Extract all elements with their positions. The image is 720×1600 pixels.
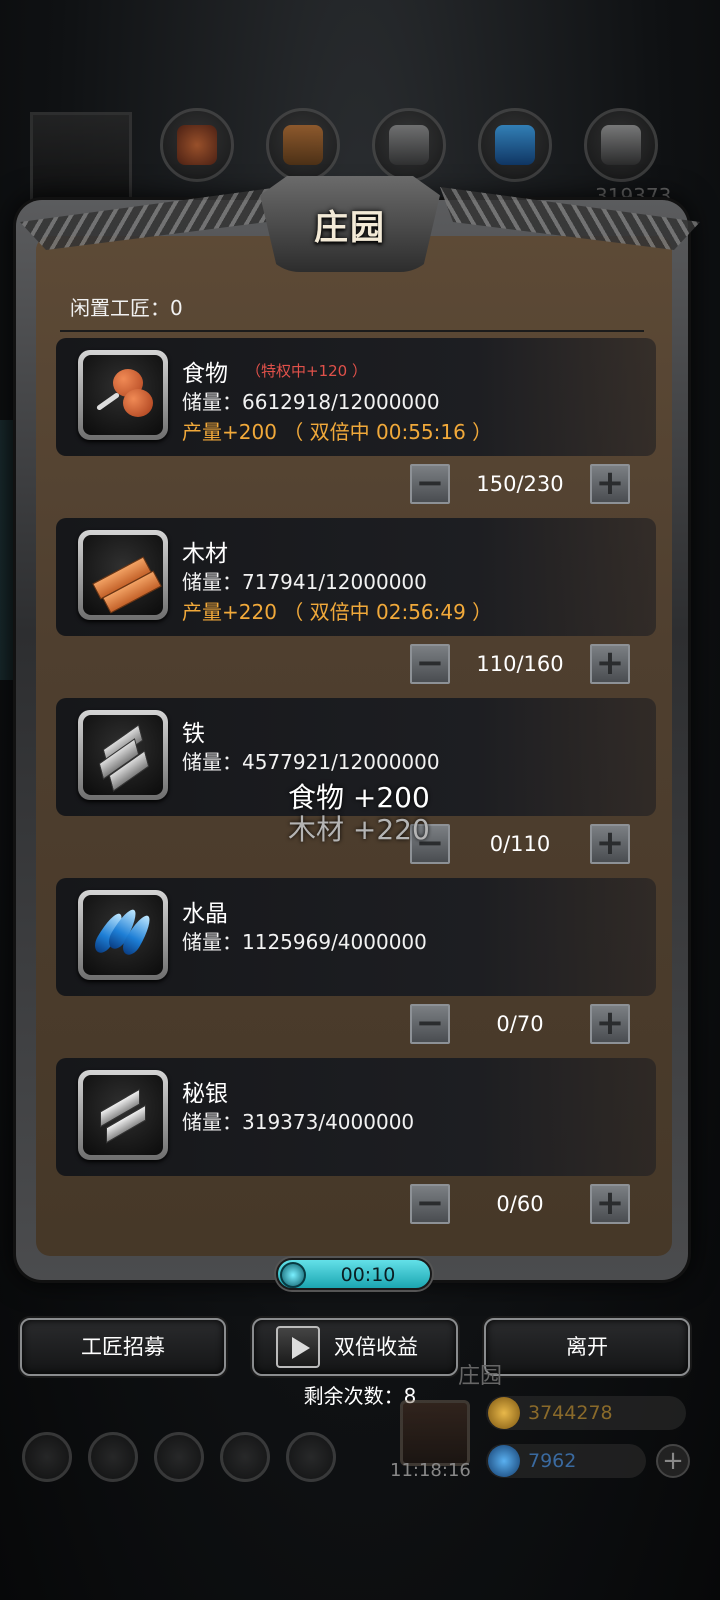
- increase-workers-button[interactable]: +: [590, 1184, 630, 1224]
- gold-coin-icon: [488, 1397, 520, 1429]
- gift-box-icon[interactable]: [400, 1400, 470, 1466]
- resource-name: 木材: [182, 541, 228, 567]
- decrease-workers-button[interactable]: −: [410, 1184, 450, 1224]
- decrease-workers-button[interactable]: −: [410, 464, 450, 504]
- worker-count: 110/160: [476, 652, 564, 676]
- divider: [60, 330, 644, 332]
- hud-menu-icon-1[interactable]: [22, 1432, 72, 1482]
- hud-manor-label: 庄园: [458, 1364, 503, 1389]
- resource-storage: 储量：717941/12000000: [182, 570, 427, 594]
- hud-menu-icon-5[interactable]: [286, 1432, 336, 1482]
- leave-button[interactable]: 离开: [484, 1318, 690, 1376]
- gem-value: 7962: [528, 1450, 577, 1472]
- hud-menu-icon-2[interactable]: [88, 1432, 138, 1482]
- food-icon: [78, 350, 168, 440]
- resource-storage: 储量：4577921/12000000: [182, 750, 440, 774]
- play-video-icon: [276, 1326, 320, 1368]
- hero-portrait: [30, 112, 132, 204]
- floating-gain-wood: 木材 +220: [288, 813, 430, 846]
- increase-workers-button[interactable]: +: [590, 1004, 630, 1044]
- resource-name: 食物: [182, 361, 228, 387]
- gem-icon: [488, 1445, 520, 1477]
- resource-storage: 储量：6612918/12000000: [182, 390, 440, 414]
- decrease-workers-button[interactable]: −: [410, 1004, 450, 1044]
- privilege-tag: （特权中+120 ）: [246, 362, 367, 380]
- iron-icon: [78, 710, 168, 800]
- gold-counter: 3744278: [486, 1396, 686, 1430]
- double-label: 双倍收益: [334, 1335, 418, 1359]
- hud-mail-icon[interactable]: [220, 1432, 270, 1482]
- wood-icon: [78, 530, 168, 620]
- worker-count: 0/70: [496, 1012, 544, 1036]
- worker-controls: − 110/160 +: [56, 644, 656, 686]
- worker-count: 0/60: [496, 1192, 544, 1216]
- iron-top-icon: [372, 108, 446, 182]
- double-income-button[interactable]: 双倍收益: [252, 1318, 458, 1376]
- mithril-top-icon: [584, 108, 658, 182]
- worker-count: 0/110: [489, 832, 551, 856]
- increase-workers-button[interactable]: +: [590, 644, 630, 684]
- resource-production: 产量+200 （ 双倍中 00:55:16 ）: [182, 420, 493, 444]
- gem-counter: 7962: [486, 1444, 646, 1478]
- timer-text: 00:10: [340, 1264, 396, 1286]
- resource-name: 铁: [182, 721, 205, 747]
- hud-menu-icon-3[interactable]: [154, 1432, 204, 1482]
- clock-icon: [280, 1262, 306, 1288]
- add-gems-button[interactable]: +: [656, 1444, 690, 1478]
- recruit-workers-button[interactable]: 工匠招募: [20, 1318, 226, 1376]
- gold-value: 3744278: [528, 1402, 613, 1424]
- worker-controls: − 150/230 +: [56, 464, 656, 506]
- resource-storage: 储量：1125969/4000000: [182, 930, 427, 954]
- idle-workers-label: 闲置工匠：0: [70, 296, 183, 320]
- recruit-label: 工匠招募: [81, 1335, 165, 1359]
- worker-controls: − 0/70 +: [56, 1004, 656, 1046]
- resource-name: 水晶: [182, 901, 228, 927]
- increase-workers-button[interactable]: +: [590, 824, 630, 864]
- increase-workers-button[interactable]: +: [590, 464, 630, 504]
- countdown-timer: 00:10: [276, 1258, 432, 1290]
- panel-title: 庄园: [314, 208, 386, 248]
- crystal-icon: [78, 890, 168, 980]
- resource-storage: 储量：319373/4000000: [182, 1110, 415, 1134]
- leave-label: 离开: [566, 1335, 608, 1359]
- hud-clock: 11:18:16: [390, 1460, 471, 1481]
- wood-top-icon: [266, 108, 340, 182]
- worker-controls: − 0/60 +: [56, 1184, 656, 1226]
- resource-name: 秘银: [182, 1081, 228, 1107]
- mithril-icon: [78, 1070, 168, 1160]
- resource-production: 产量+220 （ 双倍中 02:56:49 ）: [182, 600, 493, 624]
- decrease-workers-button[interactable]: −: [410, 644, 450, 684]
- crystal-top-icon: [478, 108, 552, 182]
- worker-count: 150/230: [476, 472, 564, 496]
- food-top-icon: [160, 108, 234, 182]
